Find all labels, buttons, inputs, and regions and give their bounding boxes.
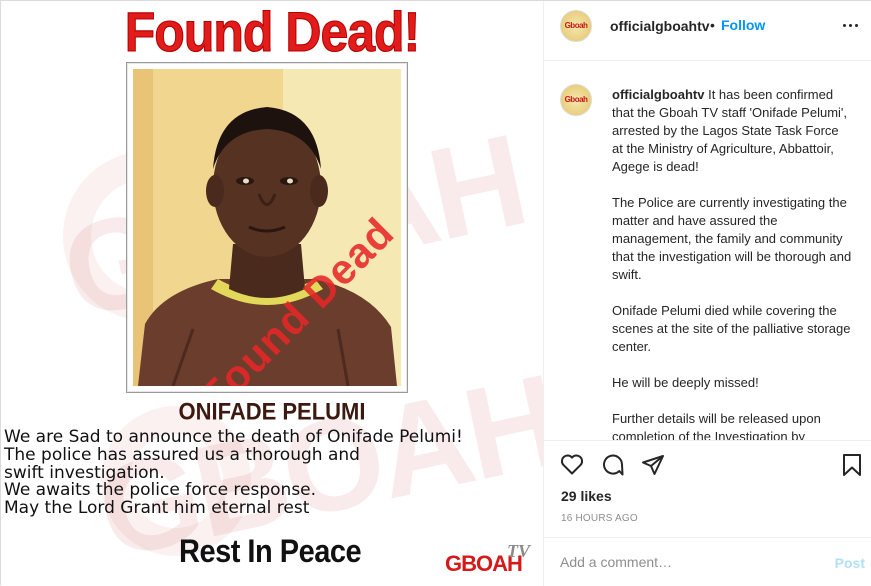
caption-paragraph: Further details will be released upon co… <box>612 411 821 440</box>
follow-button[interactable]: Follow <box>721 17 765 33</box>
likes-count[interactable]: 29 likes <box>561 488 612 504</box>
avatar[interactable]: Gboah <box>560 10 592 42</box>
separator-dot: • <box>710 17 715 33</box>
caption-username[interactable]: officialgboahtv <box>612 87 704 102</box>
caption-paragraph: officialgboahtv It has been confirmed th… <box>612 86 852 176</box>
comment-icon[interactable] <box>601 453 625 477</box>
instagram-post: GBOAH GBOAH Found Dead! <box>0 0 871 586</box>
post-header: Gboah officialgboahtv • Follow <box>544 1 871 61</box>
announcement-line: The police has assured us a thorough and <box>4 444 360 465</box>
more-options-icon[interactable] <box>841 15 861 35</box>
caption-paragraph: The Police are currently investigating t… <box>612 195 852 282</box>
share-icon[interactable] <box>641 453 665 477</box>
post-side-panel: Gboah officialgboahtv • Follow Gboah off… <box>543 1 871 586</box>
caption-text: officialgboahtv It has been confirmed th… <box>612 86 852 440</box>
logo-tv-text: TV <box>507 541 531 561</box>
avatar[interactable]: Gboah <box>560 84 592 116</box>
post-actions: 29 likes 16 HOURS AGO <box>544 440 871 537</box>
caption-paragraph: Onifade Pelumi died while covering the s… <box>612 303 851 354</box>
avatar-logo-text: Gboah <box>564 95 588 104</box>
announcement-line: May the Lord Grant him eternal rest <box>4 498 310 519</box>
comment-input[interactable] <box>560 550 810 574</box>
caption-paragraph: He will be deeply missed! <box>612 375 759 390</box>
poster-headline: Found Dead! <box>124 1 421 64</box>
rest-in-peace-text: Rest In Peace <box>179 534 362 570</box>
announcement-text: We are Sad to announce the death of Onif… <box>4 428 539 519</box>
post-comment-button[interactable]: Post <box>835 555 865 571</box>
heart-icon[interactable] <box>560 453 584 475</box>
bookmark-icon[interactable] <box>841 453 863 477</box>
portrait-photo: Found Dead <box>133 69 401 386</box>
gboah-tv-logo: GBOAH TV <box>445 541 535 581</box>
caption-section[interactable]: Gboah officialgboahtv It has been confir… <box>544 62 871 440</box>
avatar-logo-text: Gboah <box>564 21 588 30</box>
add-comment-bar: Post <box>544 537 871 586</box>
portrait-frame: Found Dead <box>126 62 408 393</box>
post-image[interactable]: GBOAH GBOAH Found Dead! <box>1 1 543 586</box>
header-username[interactable]: officialgboahtv <box>610 18 710 34</box>
post-timestamp[interactable]: 16 HOURS AGO <box>561 513 638 524</box>
deceased-name: ONIFADE PELUMI <box>178 397 366 426</box>
